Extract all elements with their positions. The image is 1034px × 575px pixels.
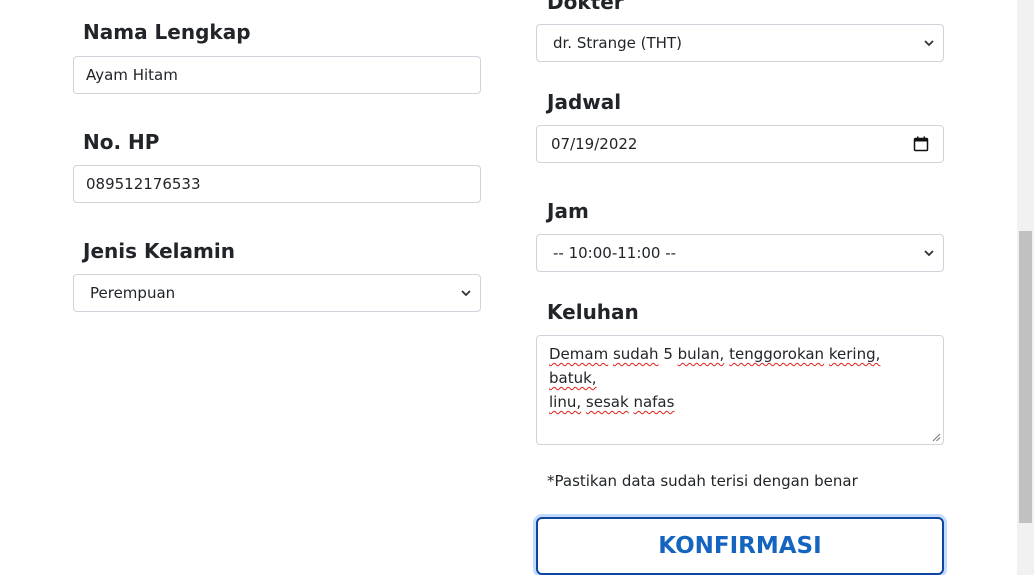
- dokter-select[interactable]: dr. Strange (THT): [536, 24, 944, 62]
- jadwal-date-input[interactable]: 07/19/2022: [536, 125, 944, 163]
- jenis-kelamin-value: Perempuan: [90, 284, 176, 302]
- page-scrollbar[interactable]: [1017, 0, 1034, 575]
- dokter-label: Dokter: [547, 0, 624, 14]
- scrollbar-thumb[interactable]: [1019, 231, 1032, 523]
- confirmation-note: *Pastikan data sudah terisi dengan benar: [547, 472, 858, 490]
- keluhan-textarea[interactable]: Demam sudah 5 bulan, tenggorokan kering,…: [536, 335, 944, 445]
- jadwal-label: Jadwal: [547, 90, 622, 114]
- dokter-value: dr. Strange (THT): [553, 34, 682, 52]
- jadwal-value: 07/19/2022: [551, 135, 638, 153]
- jenis-kelamin-label: Jenis Kelamin: [83, 239, 235, 263]
- no-hp-input[interactable]: 089512176533: [73, 165, 481, 203]
- calendar-icon[interactable]: [913, 136, 929, 152]
- konfirmasi-button[interactable]: KONFIRMASI: [536, 517, 944, 575]
- resize-grip-icon[interactable]: [932, 433, 941, 442]
- chevron-down-icon: [924, 40, 934, 47]
- keluhan-label: Keluhan: [547, 300, 639, 324]
- chevron-down-icon: [924, 250, 934, 257]
- jenis-kelamin-select[interactable]: Perempuan: [73, 274, 481, 312]
- jam-select[interactable]: -- 10:00-11:00 --: [536, 234, 944, 272]
- keluhan-text: Demam sudah 5 bulan, tenggorokan kering,…: [549, 345, 881, 411]
- jam-label: Jam: [547, 199, 589, 223]
- no-hp-label: No. HP: [83, 130, 160, 154]
- nama-lengkap-value: Ayam Hitam: [86, 66, 178, 84]
- nama-lengkap-label: Nama Lengkap: [83, 20, 251, 44]
- no-hp-value: 089512176533: [86, 175, 201, 193]
- chevron-down-icon: [461, 290, 471, 297]
- jam-value: -- 10:00-11:00 --: [553, 244, 677, 262]
- nama-lengkap-input[interactable]: Ayam Hitam: [73, 56, 481, 94]
